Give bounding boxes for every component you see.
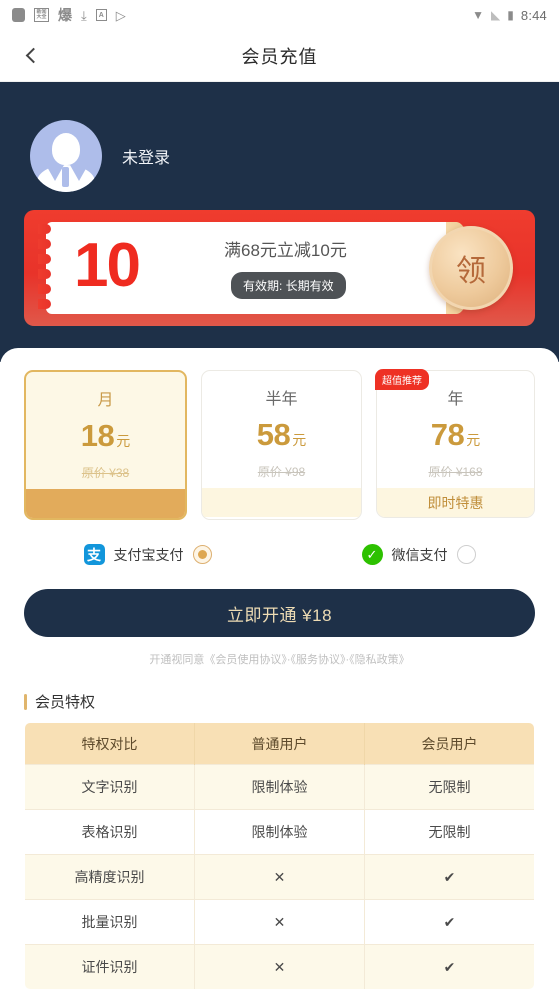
row-vip-check-icon: ✔: [364, 854, 534, 900]
row-vip-check-icon: ✔: [364, 899, 534, 945]
plan-price-unit: 元: [466, 432, 481, 448]
login-status-label: 未登录: [122, 150, 171, 167]
plan-price-unit: 元: [292, 432, 307, 448]
row-feature: 表格识别: [25, 809, 195, 855]
profile-row[interactable]: 未登录: [0, 102, 559, 192]
plan-body: 月 18 元 原价 ¥38: [26, 372, 185, 489]
section-title-label: 会员特权: [35, 694, 96, 711]
rounded-square-icon: [12, 8, 25, 22]
alipay-icon: 支: [83, 544, 105, 565]
plan-original-price: 原价 ¥168: [428, 465, 483, 479]
plan-price-unit: 元: [116, 433, 131, 449]
wechat-pay-icon: ✓: [361, 544, 383, 565]
boxed-char-icon: 新闻 大全: [34, 8, 49, 22]
plan-footer: [202, 488, 361, 517]
play-store-icon: ▷: [115, 7, 126, 23]
boxed-a-icon: A: [95, 9, 107, 21]
status-bar-left-icons: 新闻 大全 爆 ⤓ A ▷: [12, 8, 126, 22]
row-feature: 高精度识别: [25, 854, 195, 900]
coupon-description: 满68元立减10元: [224, 241, 347, 260]
plan-name: 月: [97, 392, 114, 409]
plan-price-number: 78: [430, 417, 465, 452]
plan-name: 半年: [265, 391, 298, 408]
hero-section: 未登录 10 满68元立减10元 有效期: 长期有效 领: [0, 82, 559, 362]
plan-card-month[interactable]: 月 18 元 原价 ¥38: [24, 370, 187, 520]
back-button[interactable]: [14, 39, 48, 73]
plan-price: 78 元: [377, 417, 534, 453]
page-header: 会员充值: [0, 30, 559, 82]
row-free: 限制体验: [194, 764, 365, 810]
coupon-validity-badge: 有效期: 长期有效: [231, 272, 346, 299]
content-sheet: 月 18 元 原价 ¥38 半年 58 元 原价 ¥98 超值推荐 年 78 元…: [0, 348, 559, 997]
plan-price-number: 18: [80, 418, 115, 453]
privileges-table: 特权对比 普通用户 会员用户 文字识别 限制体验 无限制 表格识别 限制体验 无…: [24, 722, 535, 990]
plan-list: 月 18 元 原价 ¥38 半年 58 元 原价 ¥98 超值推荐 年 78 元…: [0, 348, 559, 520]
claim-coupon-button[interactable]: 领: [429, 226, 513, 310]
table-row: 高精度识别 ✕ ✔: [25, 854, 534, 900]
plan-original-price: 原价 ¥38: [81, 466, 130, 480]
signal-icon: ◣: [491, 8, 501, 22]
plan-card-halfyear[interactable]: 半年 58 元 原价 ¥98: [201, 370, 362, 520]
payment-option-alipay[interactable]: 支 支付宝支付: [83, 544, 212, 565]
row-free: 限制体验: [194, 809, 365, 855]
table-header-free: 普通用户: [194, 723, 365, 765]
row-free-cross-icon: ✕: [194, 944, 365, 989]
payment-option-wechat[interactable]: ✓ 微信支付: [361, 544, 476, 565]
page-title: 会员充值: [241, 46, 318, 67]
claim-label: 领: [456, 255, 486, 288]
plan-card-year-wrapper: 超值推荐 年 78 元 原价 ¥168 即时特惠: [375, 369, 535, 520]
row-feature: 证件识别: [25, 944, 195, 989]
row-vip: 无限制: [364, 764, 534, 810]
privileges-section-title: 会员特权: [24, 691, 559, 712]
payment-options: 支 支付宝支付 ✓ 微信支付: [0, 520, 559, 565]
plan-price: 58 元: [202, 417, 361, 453]
coupon-notches: [38, 224, 51, 309]
plan-body: 半年 58 元 原价 ¥98: [202, 371, 361, 488]
section-accent-bar: [24, 693, 27, 710]
row-feature: 批量识别: [25, 899, 195, 945]
wechat-radio[interactable]: [456, 545, 476, 564]
table-header-row: 特权对比 普通用户 会员用户: [25, 723, 534, 765]
row-vip: 无限制: [364, 809, 534, 855]
plan-price-number: 58: [256, 417, 291, 452]
status-bar: 新闻 大全 爆 ⤓ A ▷ ▼ ◣ ▮ 8:44: [0, 0, 559, 30]
payment-label: 支付宝支付: [113, 546, 184, 563]
avatar: [30, 120, 102, 192]
download-icon: ⤓: [81, 7, 87, 23]
battery-icon: ▮: [507, 8, 514, 22]
recommended-badge: 超值推荐: [375, 369, 429, 390]
agreement-text[interactable]: 开通视同意《会员使用协议》·《服务协议》·《隐私政策》: [0, 651, 559, 667]
chevron-left-icon: [25, 47, 41, 64]
coupon-card[interactable]: 10 满68元立减10元 有效期: 长期有效 领: [24, 210, 535, 326]
wifi-icon: ▼: [472, 8, 485, 22]
plan-footer: 即时特惠: [377, 488, 534, 517]
row-free-cross-icon: ✕: [194, 854, 365, 900]
table-row: 文字识别 限制体验 无限制: [25, 764, 534, 810]
coupon-amount: 10: [74, 231, 141, 300]
membership-recharge-page: 新闻 大全 爆 ⤓ A ▷ ▼ ◣ ▮ 8:44 会员充值 未登录 10 满68…: [0, 0, 559, 997]
table-row: 表格识别 限制体验 无限制: [25, 809, 534, 855]
table-header-feature: 特权对比: [25, 723, 195, 765]
plan-footer: [26, 489, 185, 518]
payment-label: 微信支付: [391, 546, 448, 563]
plan-original-price: 原价 ¥98: [257, 465, 306, 479]
clock-label: 8:44: [520, 7, 547, 23]
app-char-icon: 爆: [58, 7, 72, 23]
table-row: 批量识别 ✕ ✔: [25, 899, 534, 945]
row-vip-check-icon: ✔: [364, 944, 534, 989]
plan-card-year[interactable]: 年 78 元 原价 ¥168 即时特惠: [376, 370, 535, 518]
row-feature: 文字识别: [25, 764, 195, 810]
row-free-cross-icon: ✕: [194, 899, 365, 945]
plan-price: 18 元: [26, 418, 185, 454]
alipay-radio[interactable]: [192, 545, 212, 564]
status-bar-right: ▼ ◣ ▮ 8:44: [472, 8, 547, 23]
table-row: 证件识别 ✕ ✔: [25, 944, 534, 989]
subscribe-button[interactable]: 立即开通 ¥18: [24, 589, 535, 637]
table-header-vip: 会员用户: [364, 723, 534, 765]
